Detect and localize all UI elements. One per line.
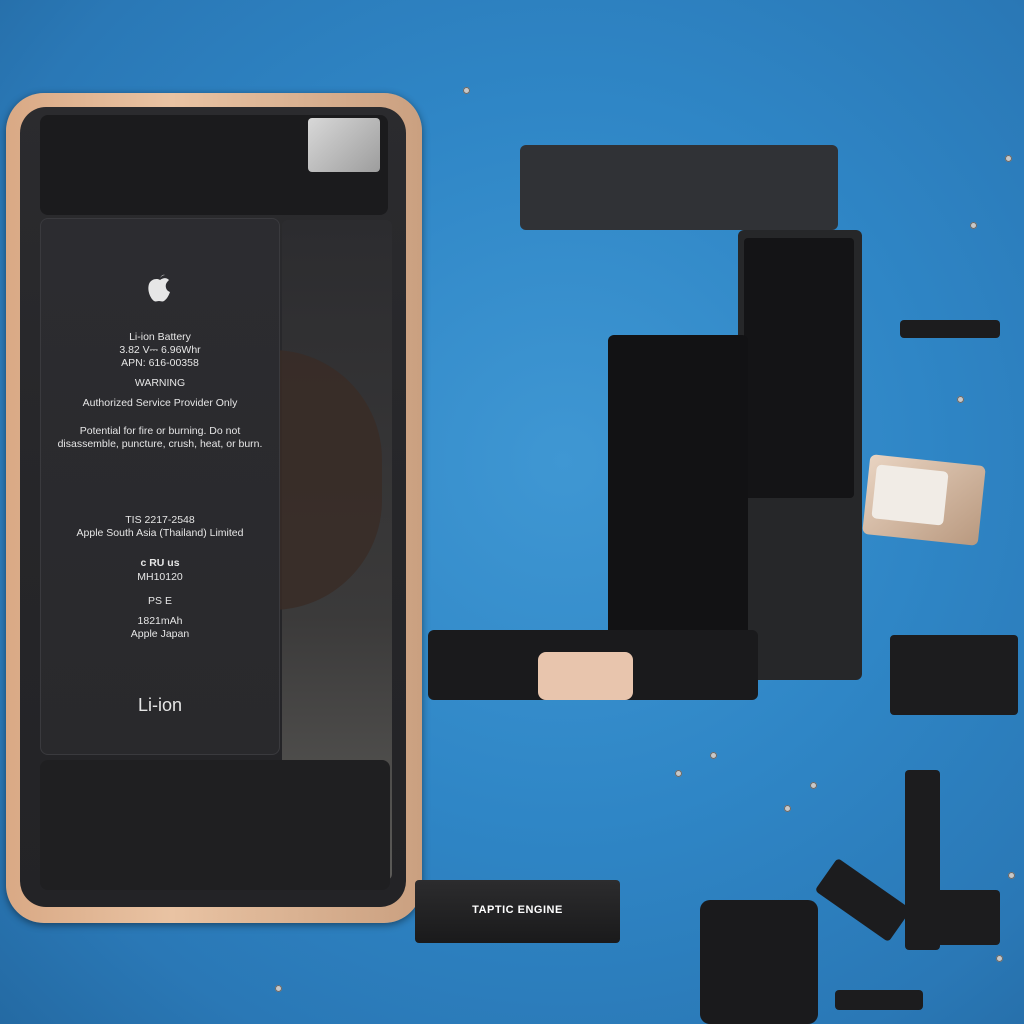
battery-auth: Authorized Service Provider Only [82,397,238,409]
loudspeaker [700,900,818,1024]
apple-logo-icon [41,271,279,314]
battery-recycle: Li-ion [137,695,183,715]
screw [710,752,717,759]
screw [810,782,817,789]
lower-panel [40,760,390,890]
taptic-engine: TAPTIC ENGINE [415,880,620,943]
battery-apn: APN: 616-00358 [121,357,199,369]
screw [463,87,470,94]
battery-warning: WARNING [134,377,186,389]
bracket [835,990,923,1010]
lightning-port [538,652,633,700]
taptic-label: TAPTIC ENGINE [472,904,563,916]
battery-ul-code: MH10120 [137,571,183,583]
logic-board-shield [744,238,854,498]
logic-board-top [520,145,838,230]
screw [1005,155,1012,162]
battery-tis: TIS 2217-2548 [125,514,195,526]
screw [1008,872,1015,879]
screw [675,770,682,777]
battery-spec: 3.82 V⎓ 6.96Whr [119,344,201,356]
screw [275,985,282,992]
battery-origin: Apple Japan [130,628,190,640]
bracket [900,320,1000,338]
screw [957,396,964,403]
battery-caution: Potential for fire or burning. Do not di… [57,425,263,450]
battery-pse: PS E [148,595,172,607]
battery-type: Li-ion Battery [129,331,191,343]
sim-card [871,464,949,526]
screw [970,222,977,229]
battery-maker: Apple South Asia (Thailand) Limited [76,527,244,539]
screw [784,805,791,812]
battery: Li-ion Battery 3.82 V⎓ 6.96Whr APN: 616-… [40,218,280,755]
camera-module [308,118,380,172]
battery-capacity: 1821mAh [137,615,183,627]
battery-ul: c RU us [140,557,180,569]
bracket [890,635,1018,715]
flex-cable [608,335,748,655]
screw [996,955,1003,962]
bracket [905,890,1000,945]
